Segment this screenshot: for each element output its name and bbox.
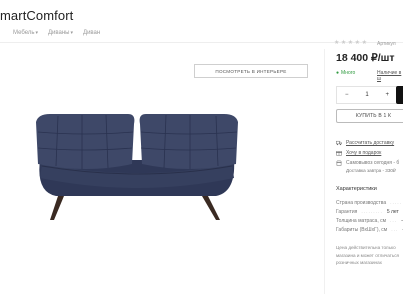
spec-row: Толщина матраса, см ... —: [336, 218, 403, 224]
sofa-legs: [50, 192, 220, 220]
star-icon: ★: [347, 40, 354, 46]
spec-dots: ...: [390, 218, 398, 224]
nav-item-label: Диван: [83, 30, 101, 36]
price-disclaimer: Цена действительна только магазина и мож…: [336, 244, 399, 267]
stock-status: ● Много: [336, 70, 355, 76]
note-line: Цена действительна только: [336, 245, 396, 250]
quantity-value[interactable]: 1: [357, 92, 376, 98]
rating-stars[interactable]: ★ ★ ★ ★ ★: [334, 40, 367, 46]
availability-link[interactable]: Наличие в ш: [377, 70, 403, 82]
article-label: Артикул: [377, 41, 396, 47]
spec-row: Страна производства ..... —: [336, 200, 403, 206]
nav-item-sofa[interactable]: Диван: [83, 30, 100, 36]
star-icon: ★: [354, 40, 361, 46]
product-price: 18 400 ₽/шт: [336, 52, 395, 64]
pickup-info: Самовывоз сегодня - б: [336, 160, 399, 166]
site-logo[interactable]: martComfort: [0, 8, 73, 23]
pickup-label: Самовывоз сегодня - б: [346, 160, 400, 166]
quantity-stepper: − 1 +: [336, 86, 398, 104]
nav-item-furniture[interactable]: Мебель ▾: [13, 30, 38, 36]
store-icon: [336, 160, 342, 166]
add-to-cart-button[interactable]: [396, 86, 403, 104]
nav-item-label: Диваны: [47, 30, 70, 36]
chevron-down-icon: ▾: [70, 30, 73, 36]
star-icon: ★: [361, 40, 367, 46]
spec-dots: .........: [361, 209, 383, 215]
spec-value: 5 лет: [386, 209, 399, 215]
note-line: розничных магазинах: [336, 260, 382, 265]
spec-name: Габариты (ВхШхГ), см: [336, 227, 388, 233]
star-icon: ★: [334, 40, 340, 46]
nav-item-sofas[interactable]: Диваны ▾: [48, 30, 73, 36]
star-icon: ★: [340, 40, 347, 46]
view-in-interior-button[interactable]: ПОСМОТРЕТЬ В ИНТЕРЬЕРЕ: [194, 64, 308, 78]
spec-name: Страна производства: [336, 200, 387, 206]
truck-icon: [336, 140, 342, 146]
buy-one-click-button[interactable]: КУПИТЬ В 1 К: [336, 109, 403, 123]
checkmark-icon: ●: [336, 70, 340, 76]
wish-gift-link[interactable]: Хочу в подарок: [336, 150, 381, 156]
quantity-increase-button[interactable]: +: [377, 92, 397, 98]
spec-row: Габариты (ВхШхГ), см ... —: [336, 227, 403, 233]
delivery-tomorrow-note: Доставка завтра - 330₽: [346, 168, 396, 173]
chevron-down-icon: ▾: [35, 30, 38, 36]
gallery-border: [324, 49, 325, 294]
spec-dots: .....: [390, 200, 403, 206]
product-image-sofa[interactable]: [28, 108, 248, 223]
quantity-decrease-button[interactable]: −: [337, 92, 357, 98]
spec-row: Гарантия ......... 5 лет: [336, 209, 399, 215]
characteristics-title: Характеристики: [336, 186, 377, 192]
breadcrumb: Мебель ▾ Диваны ▾ Диван: [13, 30, 100, 36]
spec-name: Гарантия: [336, 209, 358, 215]
note-line: магазина и может отличаться: [336, 252, 400, 258]
wish-gift-label: Хочу в подарок: [346, 150, 382, 156]
calculate-delivery-link[interactable]: Рассчитать доставку: [336, 140, 394, 146]
spec-dots: ...: [391, 227, 399, 233]
gift-icon: [336, 151, 342, 156]
spec-name: Толщина матраса, см: [336, 218, 387, 224]
stock-label: Много: [341, 70, 356, 76]
nav-item-label: Мебель: [13, 30, 35, 36]
calculate-delivery-label: Рассчитать доставку: [346, 140, 395, 146]
